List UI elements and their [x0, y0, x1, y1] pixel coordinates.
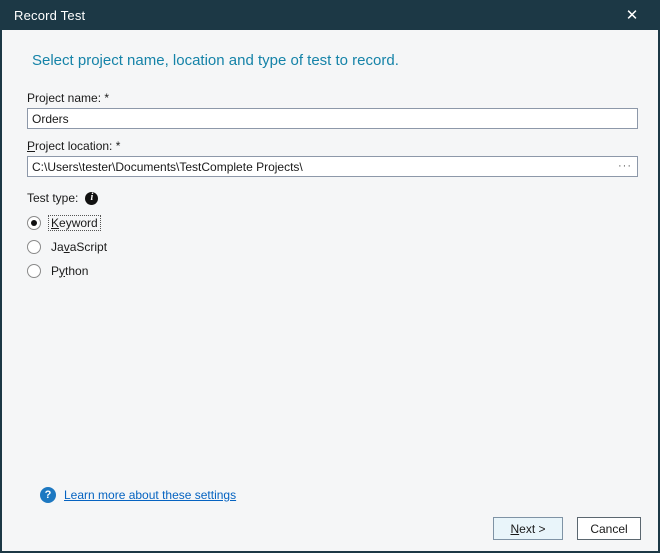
dialog-buttons: Next > Cancel — [493, 517, 641, 540]
project-location-label: Project location: * — [27, 139, 638, 153]
radio-circle-icon[interactable] — [27, 240, 41, 254]
next-post: ext > — [519, 522, 545, 536]
help-icon[interactable]: ? — [40, 487, 56, 503]
project-name-label-text: Project name: — [27, 91, 101, 105]
label-pre: Ja — [51, 240, 64, 254]
radio-python[interactable]: Python — [27, 263, 638, 278]
project-name-group: Project name: * Orders — [27, 91, 638, 129]
dialog-heading: Select project name, location and type o… — [2, 30, 658, 69]
project-name-label: Project name: * — [27, 91, 638, 105]
project-location-label-text: roject location: — [35, 139, 112, 153]
label-post: eyword — [59, 216, 98, 230]
radio-keyword[interactable]: Keyword — [27, 215, 638, 230]
project-name-input[interactable]: Orders — [27, 108, 638, 129]
dialog-body: Select project name, location and type o… — [2, 30, 658, 551]
label-mnemonic: K — [51, 216, 59, 230]
radio-javascript[interactable]: JavaScript — [27, 239, 638, 254]
radio-circle-icon[interactable] — [27, 216, 41, 230]
label-post: thon — [65, 264, 88, 278]
next-mnemonic: N — [510, 522, 519, 536]
next-button[interactable]: Next > — [493, 517, 563, 540]
browse-button[interactable]: ··· — [618, 156, 632, 177]
cancel-button[interactable]: Cancel — [577, 517, 641, 540]
record-test-dialog: Record Test ✕ Select project name, locat… — [0, 0, 660, 553]
close-icon[interactable]: ✕ — [618, 3, 646, 27]
learn-more-row: ? Learn more about these settings — [40, 487, 236, 503]
label-post: aScript — [70, 240, 107, 254]
learn-more-link[interactable]: Learn more about these settings — [64, 488, 236, 502]
label-pre: P — [51, 264, 59, 278]
test-type-header: Test type: i — [27, 191, 638, 205]
radio-python-label[interactable]: Python — [48, 263, 91, 279]
window-title: Record Test — [14, 8, 85, 23]
info-icon[interactable]: i — [85, 192, 98, 205]
project-location-group: Project location: * C:\Users\tester\Docu… — [27, 139, 638, 177]
required-marker: * — [104, 91, 109, 105]
project-location-input[interactable]: C:\Users\tester\Documents\TestComplete P… — [27, 156, 638, 177]
project-location-field: C:\Users\tester\Documents\TestComplete P… — [27, 156, 638, 177]
project-location-label-mnemonic: P — [27, 139, 35, 153]
radio-javascript-label[interactable]: JavaScript — [48, 239, 110, 255]
radio-keyword-label[interactable]: Keyword — [48, 215, 101, 231]
test-type-label: Test type: — [27, 191, 78, 205]
form-area: Project name: * Orders Project location:… — [2, 69, 658, 278]
radio-circle-icon[interactable] — [27, 264, 41, 278]
test-type-group: Test type: i Keyword JavaScript Python — [27, 191, 638, 278]
required-marker: * — [116, 139, 121, 153]
titlebar: Record Test ✕ — [2, 0, 658, 30]
